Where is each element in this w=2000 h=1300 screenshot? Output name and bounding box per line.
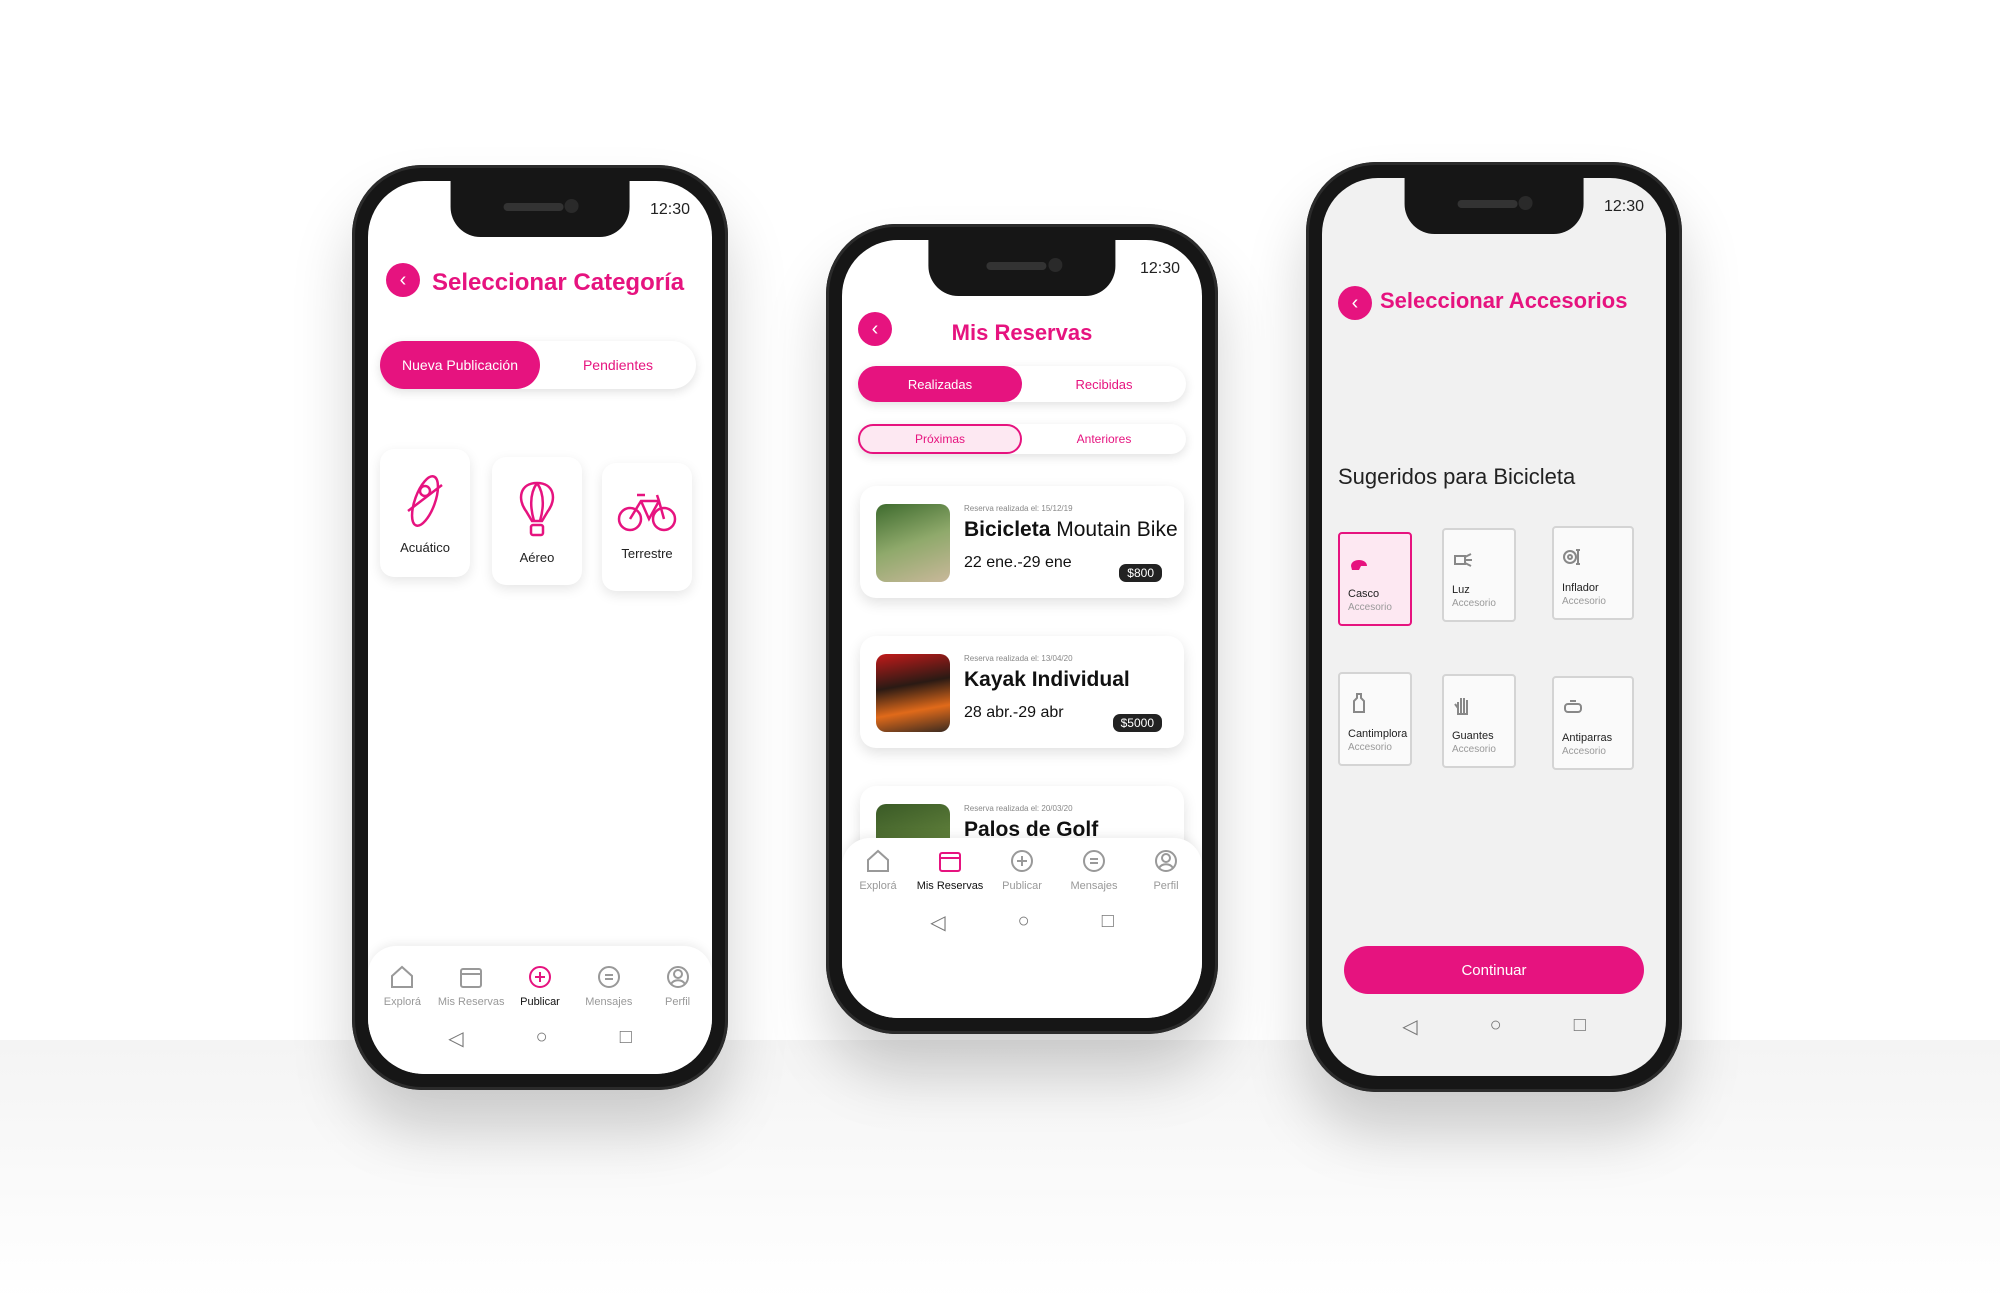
status-time: 12:30 <box>1603 198 1644 215</box>
calendar-icon <box>939 852 961 872</box>
plus-circle-icon <box>1011 850 1033 872</box>
home-icon <box>867 849 889 872</box>
category-terrestre[interactable]: Terrestre <box>602 463 692 591</box>
accessory-cantimplora[interactable]: Cantimplora Accesorio <box>1338 672 1412 766</box>
accessory-antiparras[interactable]: Antiparras Accesorio <box>1552 676 1634 770</box>
calendar-icon <box>460 968 483 988</box>
recents-square-icon[interactable]: □ <box>1102 910 1114 935</box>
system-nav: ◁ ○ □ <box>842 910 1202 935</box>
hot-air-balloon-icon <box>519 481 555 537</box>
notch <box>928 240 1116 296</box>
tab-nueva-publicacion[interactable]: Nueva Publicación <box>380 341 540 389</box>
reservation-name: Kayak Individual <box>964 668 1130 691</box>
reservation-date: Reserva realizada el: 20/03/20 <box>964 804 1073 813</box>
tab-group: Nueva Publicación Pendientes <box>380 341 696 389</box>
reservation-dates: 22 ene.-29 ene <box>964 554 1072 571</box>
floor-shadow <box>0 1040 2000 1300</box>
tab-pendientes[interactable]: Pendientes <box>540 357 696 373</box>
screen-accessories: 12:30 ‹ Seleccionar Accesorios Sugeridos… <box>1322 178 1666 1076</box>
back-triangle-icon[interactable]: ◁ <box>930 910 945 935</box>
phone-accessories: 12:30 ‹ Seleccionar Accesorios Sugeridos… <box>1306 162 1682 1092</box>
kayak-thumbnail <box>876 654 950 732</box>
reservation-name: Bicicleta Moutain Bike <box>964 518 1178 541</box>
nav-publicar[interactable]: Publicar <box>987 848 1057 892</box>
category-label: Aéreo <box>519 550 555 565</box>
status-time: 12:30 <box>1139 260 1180 277</box>
back-button[interactable]: ‹ <box>1338 286 1372 320</box>
reservation-card[interactable]: Reserva realizada el: 15/12/19 Bicicleta… <box>860 486 1184 598</box>
recents-square-icon[interactable]: □ <box>620 1026 632 1051</box>
page-title: Mis Reservas <box>951 320 1093 345</box>
bicycle-icon <box>617 493 677 532</box>
tab-group: Realizadas Recibidas <box>858 366 1186 402</box>
recents-square-icon[interactable]: □ <box>1574 1014 1586 1039</box>
pump-icon <box>1563 549 1580 565</box>
page-title: Seleccionar Accesorios <box>1380 288 1628 313</box>
tab-recibidas[interactable]: Recibidas <box>1022 377 1186 392</box>
nav-explora[interactable]: Explorá <box>368 964 437 1008</box>
user-icon <box>1155 850 1177 872</box>
accessory-inflador[interactable]: Inflador Accesorio <box>1552 526 1634 620</box>
home-circle-icon[interactable]: ○ <box>1018 910 1030 935</box>
phone-category: 12:30 ‹ Seleccionar Categoría Nueva Publ… <box>352 165 728 1090</box>
reservation-dates: 28 abr.-29 abr <box>964 704 1064 721</box>
price-badge: $5000 <box>1112 714 1162 732</box>
subtab-anteriores[interactable]: Anteriores <box>1022 432 1186 446</box>
screen-category: 12:30 ‹ Seleccionar Categoría Nueva Publ… <box>368 181 712 1074</box>
home-circle-icon[interactable]: ○ <box>536 1026 548 1051</box>
category-label: Terrestre <box>621 546 673 561</box>
nav-explora[interactable]: Explorá <box>843 848 913 892</box>
user-icon <box>666 966 689 988</box>
chat-icon <box>597 966 620 988</box>
system-nav: ◁ ○ □ <box>1322 1014 1666 1039</box>
nav-mensajes[interactable]: Mensajes <box>1059 848 1129 892</box>
continue-button[interactable]: Continuar <box>1344 946 1644 994</box>
tab-realizadas[interactable]: Realizadas <box>858 366 1022 402</box>
plus-circle-icon <box>528 966 551 988</box>
nav-publicar[interactable]: Publicar <box>506 964 575 1008</box>
category-acuatico[interactable]: Acuático <box>380 449 470 577</box>
reservation-date: Reserva realizada el: 13/04/20 <box>964 654 1073 663</box>
price-badge: $800 <box>1119 564 1162 582</box>
category-aereo[interactable]: Aéreo <box>492 457 582 585</box>
subtab-group: Próximas Anteriores <box>858 424 1186 454</box>
nav-perfil[interactable]: Perfil <box>1131 848 1201 892</box>
home-circle-icon[interactable]: ○ <box>1490 1014 1502 1039</box>
accessory-luz[interactable]: Luz Accesorio <box>1442 528 1516 622</box>
bottom-nav: Explorá Mis Reservas Publicar Mensajes P… <box>842 838 1202 1018</box>
notch <box>1404 178 1584 234</box>
back-button[interactable]: ‹ <box>386 263 420 297</box>
system-nav: ◁ ○ □ <box>368 1026 712 1051</box>
goggles-icon <box>1564 700 1582 713</box>
reservation-date: Reserva realizada el: 15/12/19 <box>964 504 1073 513</box>
subtab-proximas[interactable]: Próximas <box>858 424 1022 454</box>
section-title: Sugeridos para Bicicleta <box>1338 464 1576 489</box>
bike-thumbnail <box>876 504 950 582</box>
nav-perfil[interactable]: Perfil <box>643 964 712 1008</box>
bottom-nav: Explorá Mis Reservas Publicar Mensajes P… <box>368 946 712 1074</box>
nav-mensajes[interactable]: Mensajes <box>574 964 643 1008</box>
bottle-icon <box>1353 693 1365 713</box>
chat-icon <box>1083 850 1105 872</box>
nav-mis-reservas[interactable]: Mis Reservas <box>437 964 506 1008</box>
reservation-card[interactable]: Reserva realizada el: 13/04/20 Kayak Ind… <box>860 636 1184 748</box>
phone-reservations: 12:30 ‹ Mis Reservas Realizadas Recibida… <box>826 224 1218 1034</box>
nav-mis-reservas[interactable]: Mis Reservas <box>915 848 985 892</box>
back-triangle-icon[interactable]: ◁ <box>448 1026 463 1051</box>
category-label: Acuático <box>400 540 450 555</box>
status-time: 12:30 <box>649 201 690 218</box>
home-icon <box>391 965 414 988</box>
back-triangle-icon[interactable]: ◁ <box>1402 1014 1417 1039</box>
helmet-icon <box>1351 560 1367 570</box>
page-title: Seleccionar Categoría <box>432 269 685 296</box>
accessory-casco[interactable]: Casco Accesorio <box>1338 532 1412 626</box>
light-icon <box>1454 553 1472 567</box>
kayak-icon <box>407 475 443 527</box>
glove-icon <box>1454 698 1468 715</box>
screen-reservations: 12:30 ‹ Mis Reservas Realizadas Recibida… <box>842 240 1202 1018</box>
notch <box>450 181 630 237</box>
accessory-guantes[interactable]: Guantes Accesorio <box>1442 674 1516 768</box>
